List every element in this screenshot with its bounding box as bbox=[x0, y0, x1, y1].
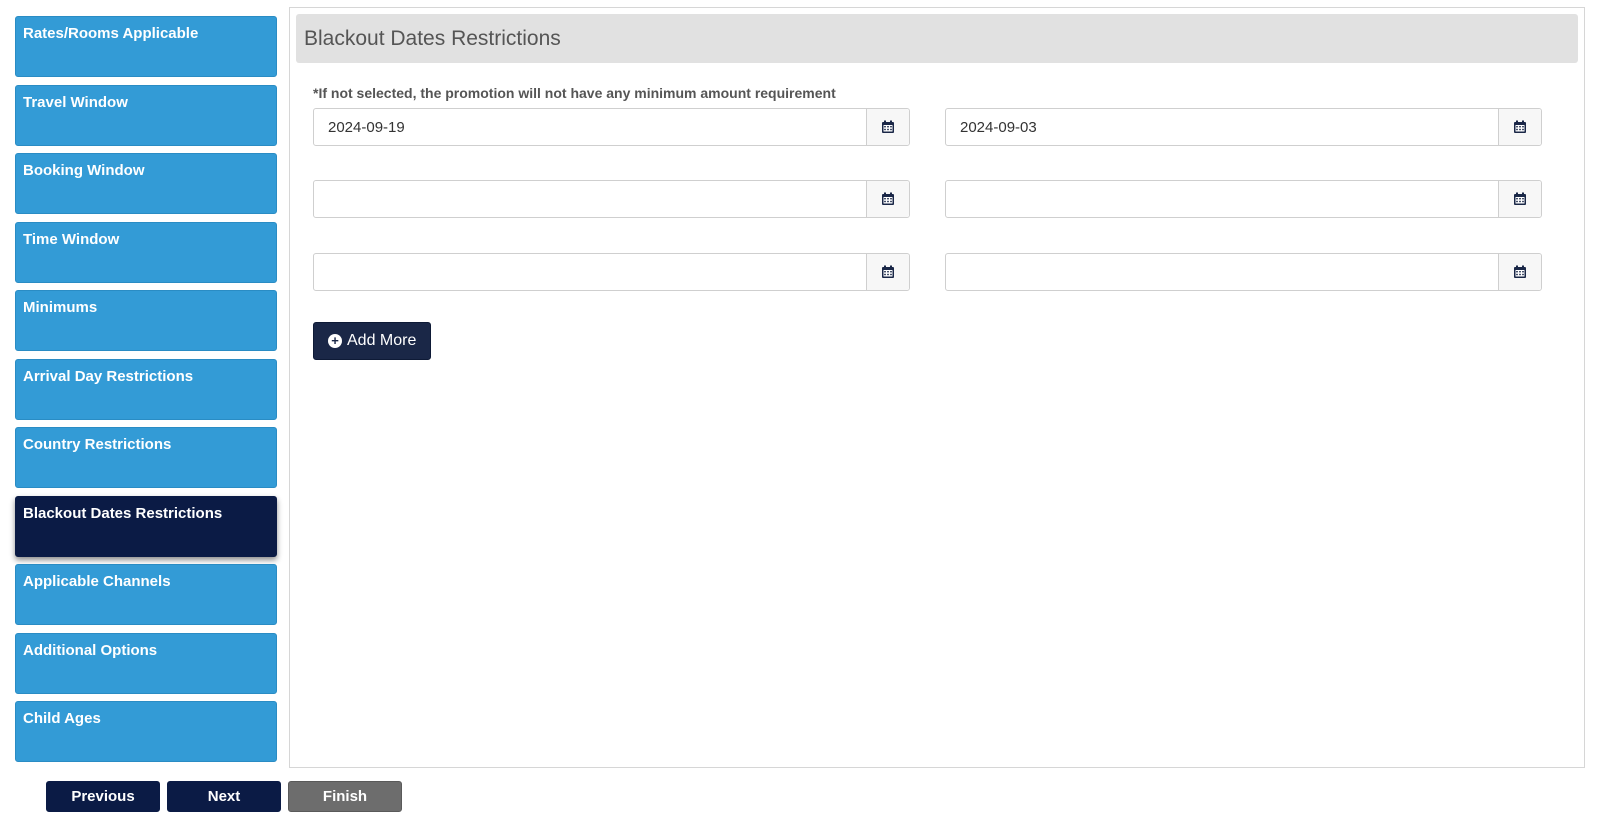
blackout-start-date-1 bbox=[313, 108, 910, 146]
calendar-button[interactable] bbox=[1498, 254, 1541, 290]
calendar-icon bbox=[882, 265, 894, 278]
calendar-icon bbox=[1514, 192, 1526, 205]
calendar-button[interactable] bbox=[866, 109, 909, 145]
sidebar-item-minimums[interactable]: Minimums bbox=[15, 290, 277, 351]
page-title: Blackout Dates Restrictions bbox=[296, 14, 1578, 63]
sidebar-item-additional-options[interactable]: Additional Options bbox=[15, 632, 277, 694]
previous-button[interactable]: Previous bbox=[46, 781, 160, 812]
calendar-button[interactable] bbox=[1498, 109, 1541, 145]
sidebar-item-rates-rooms[interactable]: Rates/Rooms Applicable bbox=[15, 16, 277, 77]
next-button[interactable]: Next bbox=[167, 781, 281, 812]
requirement-note: *If not selected, the promotion will not… bbox=[313, 85, 836, 101]
start-date-input-2[interactable] bbox=[314, 181, 866, 217]
sidebar-item-time-window[interactable]: Time Window bbox=[15, 221, 277, 283]
sidebar-item-country[interactable]: Country Restrictions bbox=[15, 427, 277, 488]
blackout-end-date-1 bbox=[945, 108, 1542, 146]
calendar-button[interactable] bbox=[866, 254, 909, 290]
calendar-button[interactable] bbox=[1498, 181, 1541, 217]
calendar-icon bbox=[1514, 265, 1526, 278]
blackout-start-date-3 bbox=[313, 253, 910, 291]
start-date-input-1[interactable] bbox=[314, 109, 866, 145]
calendar-button[interactable] bbox=[866, 181, 909, 217]
calendar-icon bbox=[882, 120, 894, 133]
sidebar-item-arrival-day[interactable]: Arrival Day Restrictions bbox=[15, 358, 277, 420]
main-panel: Blackout Dates Restrictions *If not sele… bbox=[289, 7, 1585, 768]
sidebar-nav: Rates/Rooms Applicable Travel Window Boo… bbox=[15, 16, 277, 770]
blackout-start-date-2 bbox=[313, 180, 910, 218]
add-more-button[interactable]: + Add More bbox=[313, 322, 432, 360]
finish-button[interactable]: Finish bbox=[288, 781, 402, 812]
sidebar-item-child-ages[interactable]: Child Ages bbox=[15, 701, 277, 762]
blackout-end-date-2 bbox=[945, 180, 1542, 218]
add-more-label: Add More bbox=[347, 332, 417, 349]
calendar-icon bbox=[882, 192, 894, 205]
sidebar-item-applicable-channels[interactable]: Applicable Channels bbox=[15, 564, 277, 625]
end-date-input-2[interactable] bbox=[946, 181, 1498, 217]
blackout-end-date-3 bbox=[945, 253, 1542, 291]
start-date-input-3[interactable] bbox=[314, 254, 866, 290]
end-date-input-1[interactable] bbox=[946, 109, 1498, 145]
end-date-input-3[interactable] bbox=[946, 254, 1498, 290]
sidebar-item-blackout-dates[interactable]: Blackout Dates Restrictions bbox=[15, 495, 277, 557]
calendar-icon bbox=[1514, 120, 1526, 133]
sidebar-item-booking-window[interactable]: Booking Window bbox=[15, 153, 277, 214]
plus-circle-icon: + bbox=[328, 334, 342, 348]
sidebar-item-travel-window[interactable]: Travel Window bbox=[15, 84, 277, 146]
